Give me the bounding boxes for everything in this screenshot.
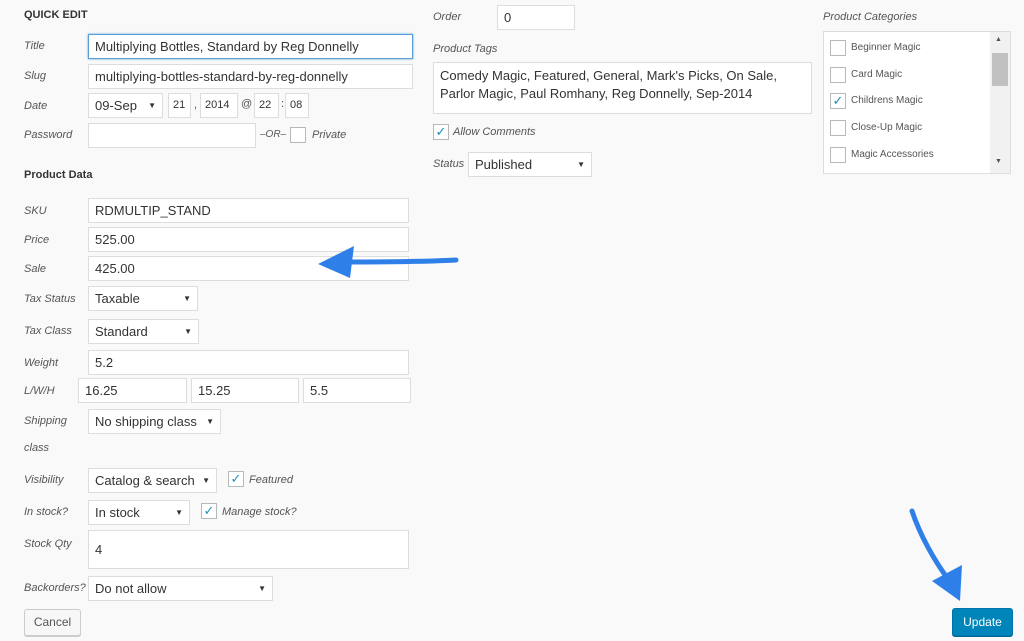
slug-label: Slug	[24, 70, 47, 82]
category-checkbox[interactable]: ✓	[830, 93, 846, 109]
status-label: Status	[433, 158, 465, 170]
featured-checkbox[interactable]: ✓	[228, 471, 244, 487]
weight-label: Weight	[24, 357, 59, 369]
sku-label: SKU	[24, 205, 47, 217]
date-hour-input[interactable]: 22	[254, 93, 279, 118]
manage-stock-label: Manage stock?	[222, 506, 297, 518]
chevron-down-icon: ▼	[175, 508, 183, 517]
chevron-down-icon: ▼	[202, 476, 210, 485]
date-month-select[interactable]: 09-Sep ▼	[88, 93, 163, 118]
cancel-button[interactable]: Cancel	[24, 609, 81, 636]
scroll-up-icon[interactable]: ▲	[995, 36, 1002, 43]
date-colon: :	[281, 98, 285, 110]
chevron-down-icon: ▼	[206, 417, 214, 426]
status-value: Published	[475, 157, 533, 172]
update-button[interactable]: Update	[952, 608, 1013, 636]
category-label: Childrens Magic	[851, 95, 923, 106]
date-at: @	[241, 98, 253, 110]
allow-comments-label: Allow Comments	[453, 126, 536, 138]
date-day-input[interactable]: 21	[168, 93, 191, 118]
shipping-class-label-2: class	[24, 442, 50, 454]
in-stock-value: In stock	[95, 505, 140, 520]
title-label: Title	[24, 40, 45, 52]
height-input[interactable]: 5.5	[303, 378, 411, 403]
chevron-down-icon: ▼	[577, 160, 585, 169]
shipping-class-value: No shipping class	[95, 414, 197, 429]
sale-label: Sale	[24, 263, 47, 275]
product-tags-textarea[interactable]: Comedy Magic, Featured, General, Mark's …	[433, 62, 812, 114]
backorders-value: Do not allow	[95, 581, 167, 596]
in-stock-label: In stock?	[24, 506, 69, 518]
tax-class-value: Standard	[95, 324, 148, 339]
status-select[interactable]: Published ▼	[468, 152, 592, 177]
or-label: –OR–	[260, 129, 287, 140]
category-checkbox[interactable]	[830, 40, 846, 56]
arrow-icon	[909, 508, 962, 601]
title-input[interactable]: Multiplying Bottles, Standard by Reg Don…	[88, 34, 413, 59]
width-input[interactable]: 15.25	[191, 378, 299, 403]
chevron-down-icon: ▼	[184, 327, 192, 336]
visibility-value: Catalog & search	[95, 473, 195, 488]
order-input[interactable]: 0	[497, 5, 575, 30]
category-label: Card Magic	[851, 69, 903, 80]
manage-stock-checkbox[interactable]: ✓	[201, 503, 217, 519]
slug-input[interactable]: multiplying-bottles-standard-by-reg-donn…	[88, 64, 413, 89]
quick-edit-heading: QUICK EDIT	[24, 9, 88, 21]
category-checkbox[interactable]	[830, 147, 846, 163]
product-categories-list[interactable]: Beginner Magic Card Magic ✓ Childrens Ma…	[823, 31, 1011, 174]
visibility-select[interactable]: Catalog & search ▼	[88, 468, 217, 493]
shipping-class-select[interactable]: No shipping class ▼	[88, 409, 221, 434]
categories-scrollbar[interactable]: ▲ ▼	[990, 32, 1010, 173]
backorders-select[interactable]: Do not allow ▼	[88, 576, 273, 601]
chevron-down-icon: ▼	[258, 584, 266, 593]
in-stock-select[interactable]: In stock ▼	[88, 500, 190, 525]
backorders-label: Backorders?	[24, 582, 86, 594]
visibility-label: Visibility	[24, 474, 64, 486]
tax-status-select[interactable]: Taxable ▼	[88, 286, 198, 311]
product-tags-label: Product Tags	[433, 43, 498, 55]
category-label: Close-Up Magic	[851, 122, 923, 133]
allow-comments-checkbox[interactable]: ✓	[433, 124, 449, 140]
order-label: Order	[433, 11, 462, 23]
scroll-down-icon[interactable]: ▼	[995, 158, 1002, 165]
price-label: Price	[24, 234, 50, 246]
tax-status-label: Tax Status	[24, 293, 76, 305]
tax-class-label: Tax Class	[24, 325, 72, 337]
category-label: Beginner Magic	[851, 42, 921, 53]
tax-status-value: Taxable	[95, 291, 140, 306]
date-month-value: 09-Sep	[95, 98, 137, 113]
private-checkbox[interactable]	[290, 127, 306, 143]
scrollbar-thumb[interactable]	[992, 53, 1008, 86]
date-label: Date	[24, 100, 48, 112]
product-categories-label: Product Categories	[823, 11, 918, 23]
stock-qty-label: Stock Qty	[24, 538, 72, 550]
shipping-class-label: Shipping	[24, 415, 67, 427]
sku-input[interactable]: RDMULTIP_STAND	[88, 198, 409, 223]
category-checkbox[interactable]	[830, 120, 846, 136]
password-input[interactable]	[88, 123, 256, 148]
weight-input[interactable]: 5.2	[88, 350, 409, 375]
lwh-label: L/W/H	[24, 385, 55, 397]
stock-qty-input[interactable]: 4	[88, 530, 409, 569]
date-comma: ,	[194, 99, 198, 111]
password-label: Password	[24, 129, 73, 141]
category-label: Magic Accessories	[851, 149, 934, 160]
featured-label: Featured	[249, 474, 294, 486]
date-year-input[interactable]: 2014	[200, 93, 238, 118]
chevron-down-icon: ▼	[183, 294, 191, 303]
private-label: Private	[312, 129, 347, 141]
category-checkbox[interactable]	[830, 67, 846, 83]
length-input[interactable]: 16.25	[78, 378, 187, 403]
chevron-down-icon: ▼	[148, 101, 156, 110]
arrow-icon	[318, 246, 459, 278]
product-data-heading: Product Data	[24, 169, 93, 181]
date-minute-input[interactable]: 08	[285, 93, 309, 118]
tax-class-select[interactable]: Standard ▼	[88, 319, 199, 344]
